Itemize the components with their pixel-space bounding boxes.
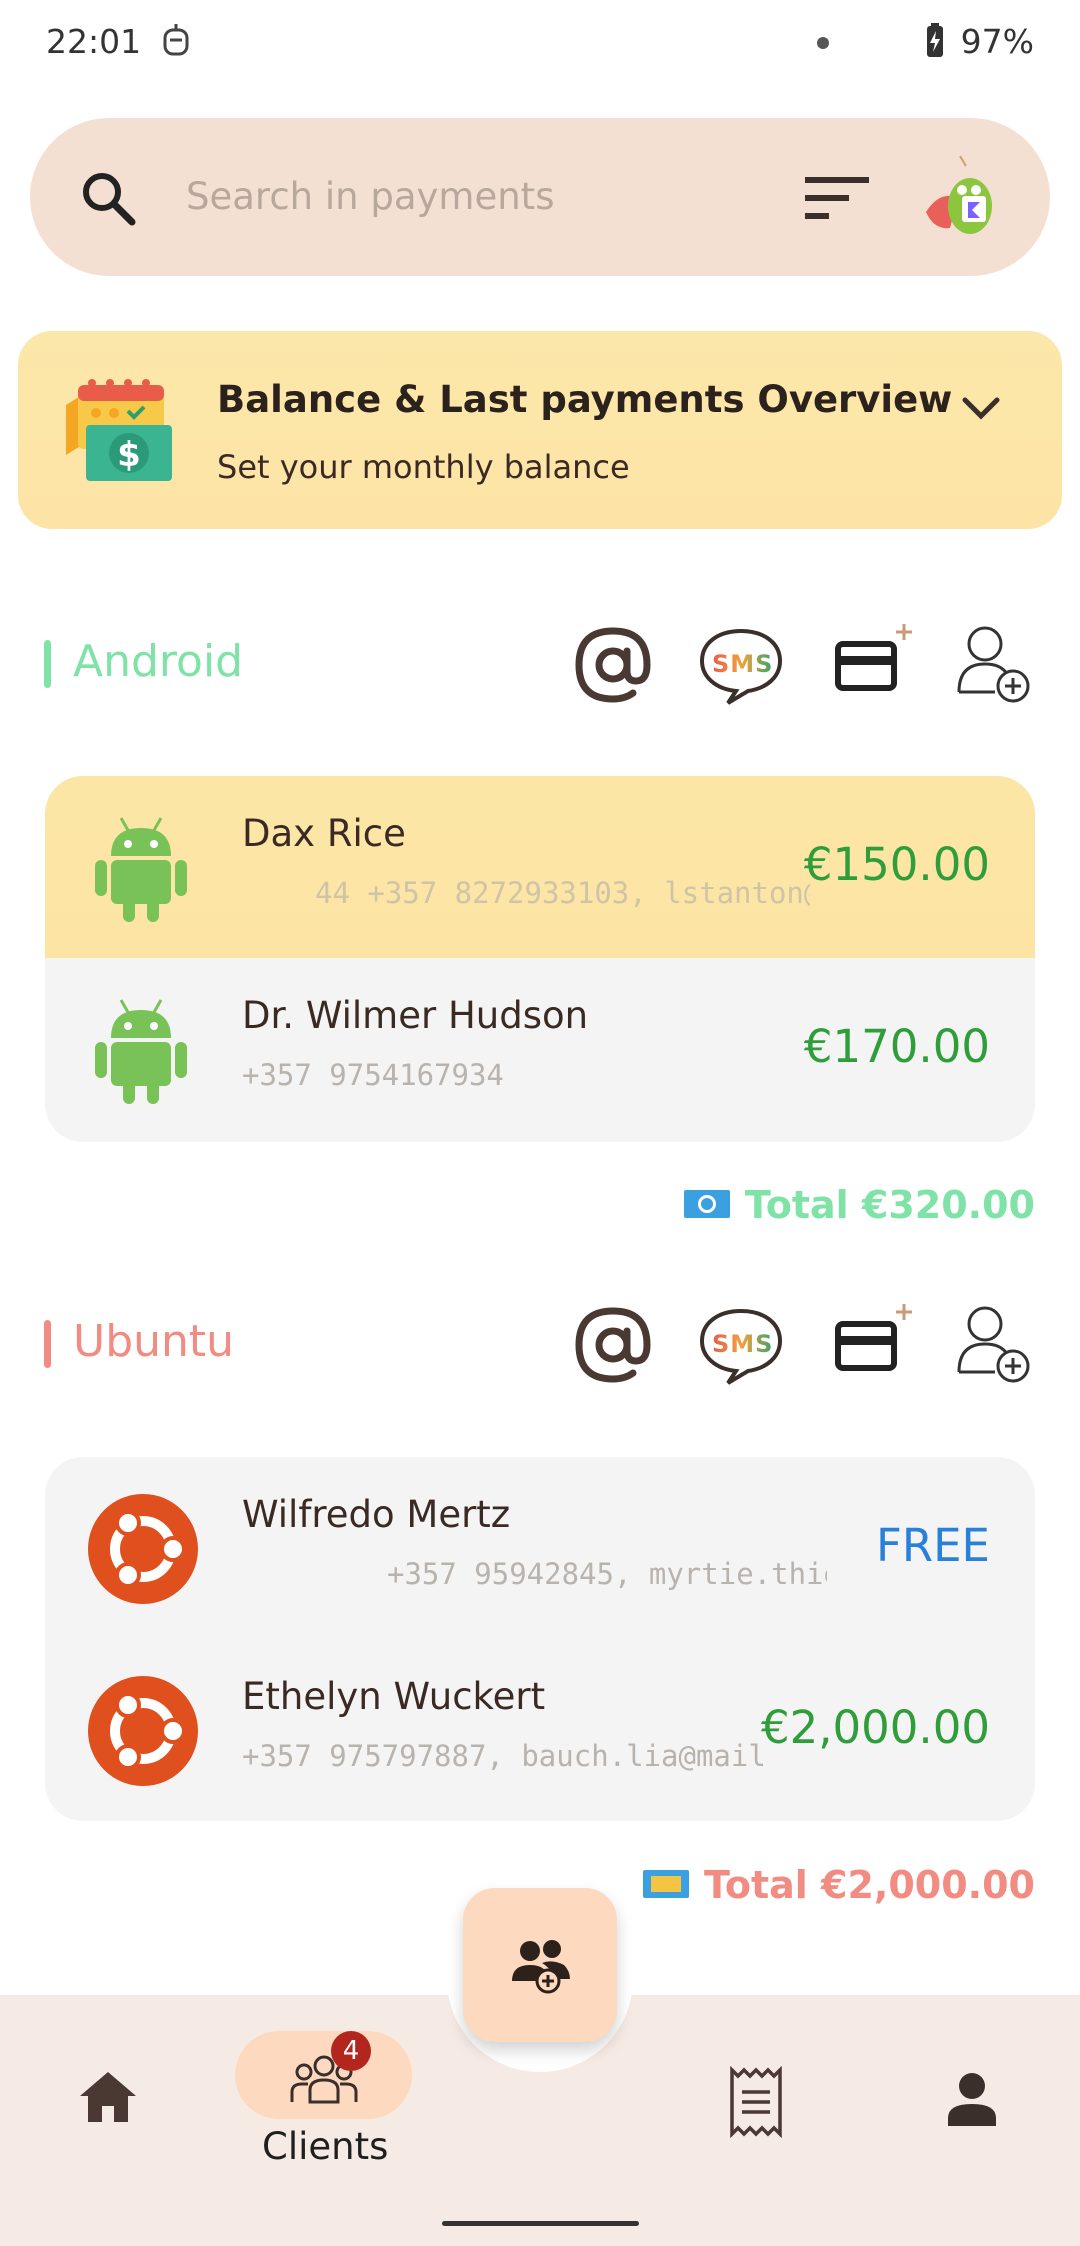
client-list-card: Wilfredo Mertz +357 95942845, myrtie.thi…: [45, 1457, 1035, 1821]
balance-card-subtitle: Set your monthly balance: [217, 448, 630, 486]
client-row[interactable]: Dax Rice 44 +357 8272933103, lstanton@ €…: [45, 776, 1035, 958]
search-input[interactable]: Search in payments: [186, 175, 554, 218]
client-row[interactable]: Dr. Wilmer Hudson +357 9754167934 €170.0…: [45, 958, 1035, 1140]
client-name: Wilfredo Mertz: [242, 1493, 511, 1536]
client-contact: +357 9754167934: [242, 1058, 504, 1092]
battery-icon: [927, 23, 944, 57]
group-color-bar: [44, 640, 51, 688]
sms-label: SMS: [712, 650, 774, 678]
nav-clients-label: Clients: [262, 2125, 389, 2168]
client-amount: €170.00: [803, 1020, 990, 1073]
money-bill-icon: [683, 1190, 730, 1218]
add-user-icon[interactable]: [955, 1302, 1035, 1386]
add-user-icon[interactable]: [955, 622, 1035, 706]
profile-icon: [948, 2073, 996, 2126]
group-total: Total €320.00: [683, 1183, 1035, 1227]
group-color-bar: [44, 1320, 51, 1368]
search-icon[interactable]: [80, 170, 138, 228]
svg-text:$: $: [117, 435, 141, 475]
ubuntu-icon: [88, 1494, 198, 1604]
client-contact: +357 95942845, myrtie.thiel@: [387, 1557, 827, 1591]
group-title-android[interactable]: Android: [73, 636, 243, 687]
client-amount: FREE: [875, 1519, 990, 1572]
add-card-icon[interactable]: [834, 1300, 918, 1384]
money-bill-icon: [642, 1870, 689, 1898]
client-name: Dax Rice: [242, 812, 406, 855]
battery-status: 97%: [924, 22, 1034, 61]
status-robot-icon: [163, 24, 189, 56]
add-card-icon[interactable]: [834, 620, 918, 704]
ubuntu-icon: [88, 1676, 198, 1786]
add-client-fab[interactable]: [463, 1888, 617, 2042]
nav-home[interactable]: [72, 2070, 144, 2134]
home-icon: [80, 2072, 136, 2122]
add-group-icon: [512, 1940, 570, 1994]
client-row[interactable]: Ethelyn Wuckert +357 975797887, bauch.li…: [45, 1639, 1035, 1821]
client-contact: +357 975797887, bauch.lia@mail: [242, 1739, 766, 1773]
clients-badge: 4: [331, 2031, 371, 2071]
android-icon: [95, 817, 187, 922]
client-row[interactable]: Wilfredo Mertz +357 95942845, myrtie.thi…: [45, 1457, 1035, 1639]
nav-profile[interactable]: [948, 2072, 996, 2126]
status-dot: [817, 37, 829, 49]
calendar-money-icon: $: [66, 379, 172, 481]
nav-receipts[interactable]: [728, 2065, 784, 2139]
receipt-icon: [730, 2065, 782, 2139]
email-at-icon[interactable]: [573, 625, 653, 705]
balance-card-title: Balance & Last payments Overview: [217, 378, 953, 421]
status-time: 22:01: [46, 22, 190, 61]
android-icon: [95, 999, 187, 1104]
group-total: Total €2,000.00: [642, 1863, 1035, 1907]
filter-sort-icon[interactable]: [805, 175, 871, 221]
client-name: Ethelyn Wuckert: [242, 1675, 546, 1718]
client-contact: 44 +357 8272933103, lstanton@: [315, 876, 810, 910]
balance-overview-card[interactable]: [18, 331, 1062, 529]
client-amount: €150.00: [803, 838, 990, 891]
client-amount: €2,000.00: [760, 1701, 990, 1754]
client-list-card: Dax Rice 44 +357 8272933103, lstanton@ €…: [45, 776, 1035, 1142]
chevron-down-icon[interactable]: [962, 397, 1000, 421]
email-at-icon[interactable]: [573, 1305, 653, 1385]
sms-label: SMS: [712, 1330, 774, 1358]
avatar-icon[interactable]: [920, 150, 1004, 240]
gesture-home-indicator[interactable]: [442, 2221, 639, 2226]
client-name: Dr. Wilmer Hudson: [242, 994, 589, 1037]
group-title-ubuntu[interactable]: Ubuntu: [73, 1316, 234, 1367]
